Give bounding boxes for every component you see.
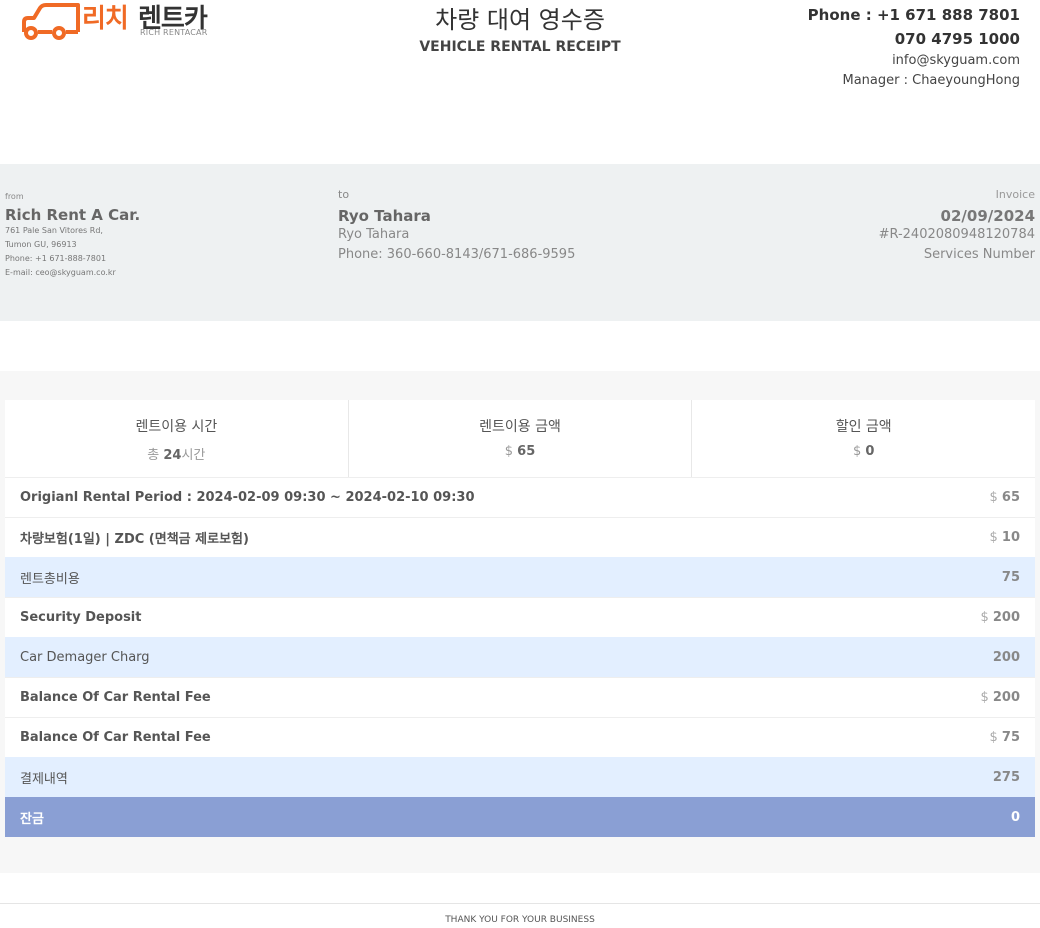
summary-value: $ 65 <box>349 444 692 459</box>
summary-prefix: $ <box>504 444 518 459</box>
contact-email: info@skyguam.com <box>892 53 1020 68</box>
summary-discount-amount: 할인 금액 $ 0 <box>692 400 1035 477</box>
summary-value: 총 24시간 <box>5 444 348 463</box>
contact-manager: Manager : ChaeyoungHong <box>842 73 1020 88</box>
charge-amount: 275 <box>992 770 1020 785</box>
charge-label: 차량보험(1일) | ZDC (면책금 제로보험) <box>20 532 249 547</box>
charge-row-balance-1: Balance Of Car Rental Fee $ 200 <box>5 677 1035 717</box>
to-block: to Ryo Tahara Ryo Tahara Phone: 360-660-… <box>338 188 575 265</box>
summary-rental-amount: 렌트이용 금액 $ 65 <box>349 400 693 477</box>
charge-value: $ 10 <box>990 530 1021 545</box>
summary-prefix: 총 <box>147 448 164 463</box>
summary-label: 렌트이용 시간 <box>135 419 218 435</box>
charge-amount: 200 <box>992 610 1020 625</box>
charge-amount: 65 <box>1001 490 1020 505</box>
to-phone: Phone: 360-660-8143/671-686-9595 <box>338 247 576 262</box>
charge-label: Origianl Rental Period : 2024-02-09 09:3… <box>20 490 475 505</box>
invoice-date: 02/09/2024 <box>940 207 1035 225</box>
from-label: from <box>5 192 24 201</box>
currency-symbol: $ <box>989 490 1002 505</box>
charge-amount: 75 <box>1001 730 1020 745</box>
invoice-label: Invoice <box>995 188 1035 201</box>
billing-info: from Rich Rent A Car. 761 Pale San Vitor… <box>0 164 1040 321</box>
to-customer-name-secondary: Ryo Tahara <box>338 227 410 242</box>
currency-symbol: $ <box>989 530 1002 545</box>
charge-row-damage-charge: Car Demager Charg 200 <box>5 637 1035 677</box>
charges-panel: 렌트이용 시간 총 24시간 렌트이용 금액 $ 65 할인 금액 $ 0 Or… <box>0 371 1040 873</box>
charge-row-rental-total: 렌트총비용 75 <box>5 557 1035 597</box>
currency-symbol: $ <box>980 610 993 625</box>
summary-prefix: $ <box>852 444 866 459</box>
invoice-services-number: Services Number <box>923 247 1035 262</box>
charge-row-security-deposit: Security Deposit $ 200 <box>5 597 1035 637</box>
contact-phone: Phone : +1 671 888 7801 <box>807 6 1020 24</box>
charge-label: Car Demager Charg <box>20 650 150 665</box>
charge-label: Balance Of Car Rental Fee <box>20 690 211 705</box>
summary-number: 65 <box>517 444 536 459</box>
from-email: E-mail: ceo@skyguam.co.kr <box>5 268 116 277</box>
charge-amount: 10 <box>1001 530 1020 545</box>
contact-phone-secondary: 070 4795 1000 <box>894 30 1020 48</box>
charge-value: 75 <box>1002 570 1020 585</box>
charge-value: 200 <box>993 650 1020 665</box>
summary-suffix: 시간 <box>181 448 206 463</box>
footer-message: THANK YOU FOR YOUR BUSINESS <box>445 915 595 925</box>
company-contact: Phone : +1 671 888 7801 070 4795 1000 in… <box>808 4 1020 91</box>
summary-number: 0 <box>865 444 875 459</box>
charge-label: 잔금 <box>20 812 44 827</box>
charge-amount: 75 <box>1001 570 1020 585</box>
charge-value: 0 <box>1011 810 1020 825</box>
invoice-number: #R-2402080948120784 <box>878 227 1035 242</box>
charge-row-remaining-balance: 잔금 0 <box>5 797 1035 837</box>
currency-symbol: $ <box>980 690 993 705</box>
charge-label: Balance Of Car Rental Fee <box>20 730 211 745</box>
charge-row-insurance: 차량보험(1일) | ZDC (면책금 제로보험) $ 10 <box>5 517 1035 557</box>
charge-label: Security Deposit <box>20 610 142 625</box>
charge-value: 275 <box>993 770 1020 785</box>
from-block: from Rich Rent A Car. 761 Pale San Vitor… <box>5 192 140 280</box>
summary-rental-time: 렌트이용 시간 총 24시간 <box>5 400 349 477</box>
charge-value: $ 200 <box>980 690 1020 705</box>
charge-row-rental-period: Origianl Rental Period : 2024-02-09 09:3… <box>5 477 1035 517</box>
from-address-line-1: 761 Pale San Vitores Rd, <box>5 226 103 235</box>
charge-value: $ 200 <box>980 610 1020 625</box>
charge-value: $ 65 <box>990 490 1021 505</box>
charge-amount: 200 <box>992 690 1020 705</box>
charge-row-payment-history: 결제내역 275 <box>5 757 1035 797</box>
charge-row-balance-2: Balance Of Car Rental Fee $ 75 <box>5 717 1035 757</box>
receipt-header: 리치 렌트카 RICH RENTACAR 차량 대여 영수증 VEHICLE R… <box>0 0 1040 120</box>
charge-label: 결제내역 <box>20 772 68 787</box>
invoice-block: Invoice 02/09/2024 #R-2402080948120784 S… <box>879 188 1035 265</box>
from-address-line-2: Tumon GU, 96913 <box>5 240 77 249</box>
charge-rows: Origianl Rental Period : 2024-02-09 09:3… <box>5 477 1035 837</box>
from-phone: Phone: +1 671-888-7801 <box>5 254 107 263</box>
summary-label: 렌트이용 금액 <box>479 419 561 435</box>
charge-label: 렌트총비용 <box>20 572 80 587</box>
rental-summary: 렌트이용 시간 총 24시간 렌트이용 금액 $ 65 할인 금액 $ 0 <box>5 400 1035 477</box>
to-customer-name: Ryo Tahara <box>338 207 431 225</box>
footer-divider <box>0 903 1040 904</box>
summary-label: 할인 금액 <box>835 419 892 435</box>
charge-amount: 0 <box>1010 810 1020 825</box>
to-label: to <box>338 188 350 201</box>
charge-amount: 200 <box>992 650 1020 665</box>
summary-number: 24 <box>163 448 182 463</box>
charge-value: $ 75 <box>990 730 1021 745</box>
from-company-name: Rich Rent A Car. <box>5 206 141 224</box>
currency-symbol: $ <box>989 730 1002 745</box>
summary-value: $ 0 <box>692 444 1035 459</box>
